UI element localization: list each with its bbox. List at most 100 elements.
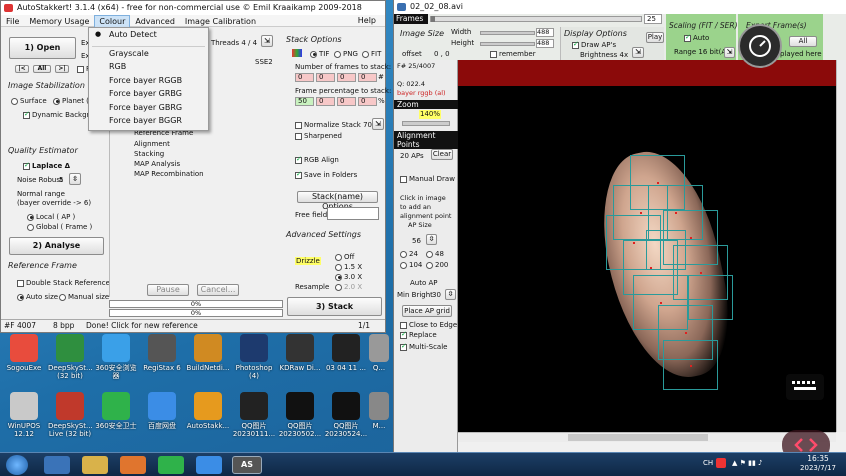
- tif-radio[interactable]: TIF: [310, 50, 329, 58]
- ap-size-200-radio[interactable]: 200: [426, 261, 448, 269]
- desktop-icon[interactable]: M...: [366, 392, 392, 430]
- desktop-icon[interactable]: AutoStakk...: [186, 392, 230, 430]
- desktop-icon[interactable]: DeepSkySt... Live (32 bit): [48, 392, 93, 438]
- baidu-taskbar-icon[interactable]: [196, 456, 222, 474]
- desktop-icon[interactable]: DeepSkySt... (32 bit): [48, 334, 93, 380]
- double-stack-checkbox[interactable]: Double Stack Reference: [17, 279, 110, 287]
- ime-indicator[interactable]: CH: [703, 459, 713, 467]
- desktop-icon[interactable]: 360安全卫士: [94, 392, 138, 430]
- normalize-settings-icon[interactable]: ⇲: [372, 118, 384, 130]
- export-all-button[interactable]: All: [789, 36, 817, 47]
- frame-number-input[interactable]: 25: [644, 14, 662, 24]
- frames-input-4[interactable]: 0: [358, 73, 377, 82]
- surface-radio[interactable]: Surface: [11, 97, 47, 105]
- tray-icons[interactable]: ▲ ⚑ ▮▮ ♪: [732, 459, 782, 469]
- image-canvas[interactable]: [458, 60, 836, 432]
- frames-input-1[interactable]: 0: [295, 73, 314, 82]
- menu-item-gbrg[interactable]: Force bayer GBRG: [89, 101, 208, 115]
- ap-size-104-radio[interactable]: 104: [400, 261, 422, 269]
- draw-aps-checkbox[interactable]: Draw AP's: [572, 40, 616, 49]
- zoom-slider[interactable]: [402, 121, 450, 126]
- clock-date[interactable]: 2023/7/17: [796, 464, 840, 472]
- menu-item-grbg[interactable]: Force bayer GRBG: [89, 87, 208, 101]
- desktop-icon[interactable]: QQ图片 20230524...: [324, 392, 368, 438]
- multi-scale-checkbox[interactable]: Multi-Scale: [400, 342, 447, 351]
- frames-input-2[interactable]: 0: [316, 73, 335, 82]
- desktop-icon[interactable]: 百度网盘: [140, 392, 184, 430]
- security-360-taskbar-icon[interactable]: [158, 456, 184, 474]
- zoom-value[interactable]: 140%: [419, 110, 441, 119]
- dynamic-background-checkbox[interactable]: Dynamic Backgrou: [23, 110, 98, 119]
- normalize-checkbox[interactable]: Normalize Stack 70%: [295, 121, 379, 129]
- rgb-align-checkbox[interactable]: RGB Align: [295, 155, 339, 164]
- vertical-scrollbar[interactable]: [836, 60, 846, 432]
- menu-item-grayscale[interactable]: Grayscale: [89, 47, 208, 61]
- manual-size-radio[interactable]: Manual size: [59, 293, 109, 301]
- cancel-button[interactable]: Cancel...: [197, 284, 239, 296]
- alignment-point[interactable]: [646, 230, 686, 270]
- menu-file[interactable]: File: [1, 16, 24, 28]
- scrollbar-thumb[interactable]: [568, 434, 708, 441]
- desktop-icon[interactable]: WinUPOS 12.12: [2, 392, 46, 438]
- threads-settings-icon[interactable]: ⇲: [261, 35, 273, 47]
- autostakkert-taskbar-icon[interactable]: AS: [232, 456, 262, 474]
- analyse-button[interactable]: 2) Analyse: [9, 237, 104, 255]
- menu-memory-usage[interactable]: Memory Usage: [24, 16, 94, 28]
- media-player-taskbar-icon[interactable]: [120, 456, 146, 474]
- png-radio[interactable]: PNG: [334, 50, 358, 58]
- explorer-taskbar-icon[interactable]: [82, 456, 108, 474]
- remember-checkbox[interactable]: remember: [490, 50, 536, 58]
- menu-help[interactable]: Help: [353, 15, 381, 27]
- save-in-folders-checkbox[interactable]: Save in Folders: [295, 170, 357, 179]
- manual-draw-checkbox[interactable]: Manual Draw: [400, 175, 455, 183]
- percentage-input-2[interactable]: 0: [316, 97, 335, 106]
- horizontal-scrollbar[interactable]: [458, 432, 836, 442]
- height-input[interactable]: 488: [536, 39, 554, 48]
- status-message[interactable]: Done! Click for new reference: [86, 320, 198, 332]
- percentage-input-3[interactable]: 0: [337, 97, 356, 106]
- keyboard-icon[interactable]: [786, 374, 824, 400]
- global-frame-radio[interactable]: Global ( Frame ): [27, 223, 92, 231]
- desktop-icon[interactable]: QQ图片 20230111...: [232, 392, 276, 438]
- sogou-tray-icon[interactable]: [716, 458, 726, 468]
- auto-size-radio[interactable]: Auto size: [17, 293, 58, 301]
- noise-spinner-icon[interactable]: ⇳: [69, 173, 81, 185]
- fit-radio[interactable]: FIT: [362, 50, 381, 58]
- desktop-icon[interactable]: RegiStax 6: [140, 334, 184, 372]
- alignment-point[interactable]: [688, 275, 733, 320]
- laplace-checkbox[interactable]: Laplace Δ: [23, 161, 70, 170]
- range-settings-icon[interactable]: ⇲: [724, 47, 735, 58]
- all-frames-button[interactable]: All: [33, 65, 51, 73]
- clear-aps-button[interactable]: Clear: [431, 149, 453, 160]
- stack-name-options-button[interactable]: Stack(name) Options: [297, 191, 378, 211]
- drizzle-off-radio[interactable]: Off: [335, 253, 354, 261]
- last-frame-button[interactable]: >|: [55, 65, 69, 73]
- ap-size-48-radio[interactable]: 48: [426, 250, 444, 258]
- desktop-icon[interactable]: 360安全浏览器: [94, 334, 138, 380]
- first-frame-button[interactable]: |<: [15, 65, 29, 73]
- ie-taskbar-icon[interactable]: [44, 456, 70, 474]
- frame-slider[interactable]: [430, 16, 642, 22]
- percentage-input-1[interactable]: 50: [295, 97, 314, 106]
- frames-input-3[interactable]: 0: [337, 73, 356, 82]
- ap-size-24-radio[interactable]: 24: [400, 250, 418, 258]
- menu-item-bggr[interactable]: Force bayer BGGR: [89, 114, 208, 128]
- play-button[interactable]: Play: [646, 32, 664, 43]
- desktop-icon[interactable]: 03 04 11 ...: [324, 334, 368, 372]
- menu-item-auto-detect[interactable]: ● Auto Detect: [89, 28, 208, 42]
- desktop-icon[interactable]: Q...: [366, 334, 392, 372]
- open-button[interactable]: 1) Open: [9, 37, 76, 59]
- noise-robust-value[interactable]: 5: [59, 176, 63, 184]
- close-to-edge-checkbox[interactable]: Close to Edge: [400, 321, 457, 329]
- desktop-icon[interactable]: QQ图片 20230502...: [278, 392, 322, 438]
- local-ap-radio[interactable]: Local ( AP ): [27, 213, 75, 221]
- free-field-input[interactable]: [327, 207, 379, 220]
- desktop-icon[interactable]: Photoshop (4): [232, 334, 276, 380]
- slider-thumb[interactable]: [431, 16, 435, 22]
- drizzle-3x-radio[interactable]: 3.0 X: [335, 273, 362, 281]
- width-input[interactable]: 488: [536, 28, 554, 37]
- brightness-settings-icon[interactable]: ⇲: [632, 47, 644, 58]
- screen-record-button[interactable]: [738, 24, 782, 68]
- percentage-input-4[interactable]: 0: [358, 97, 377, 106]
- place-ap-grid-button[interactable]: Place AP grid: [402, 305, 452, 317]
